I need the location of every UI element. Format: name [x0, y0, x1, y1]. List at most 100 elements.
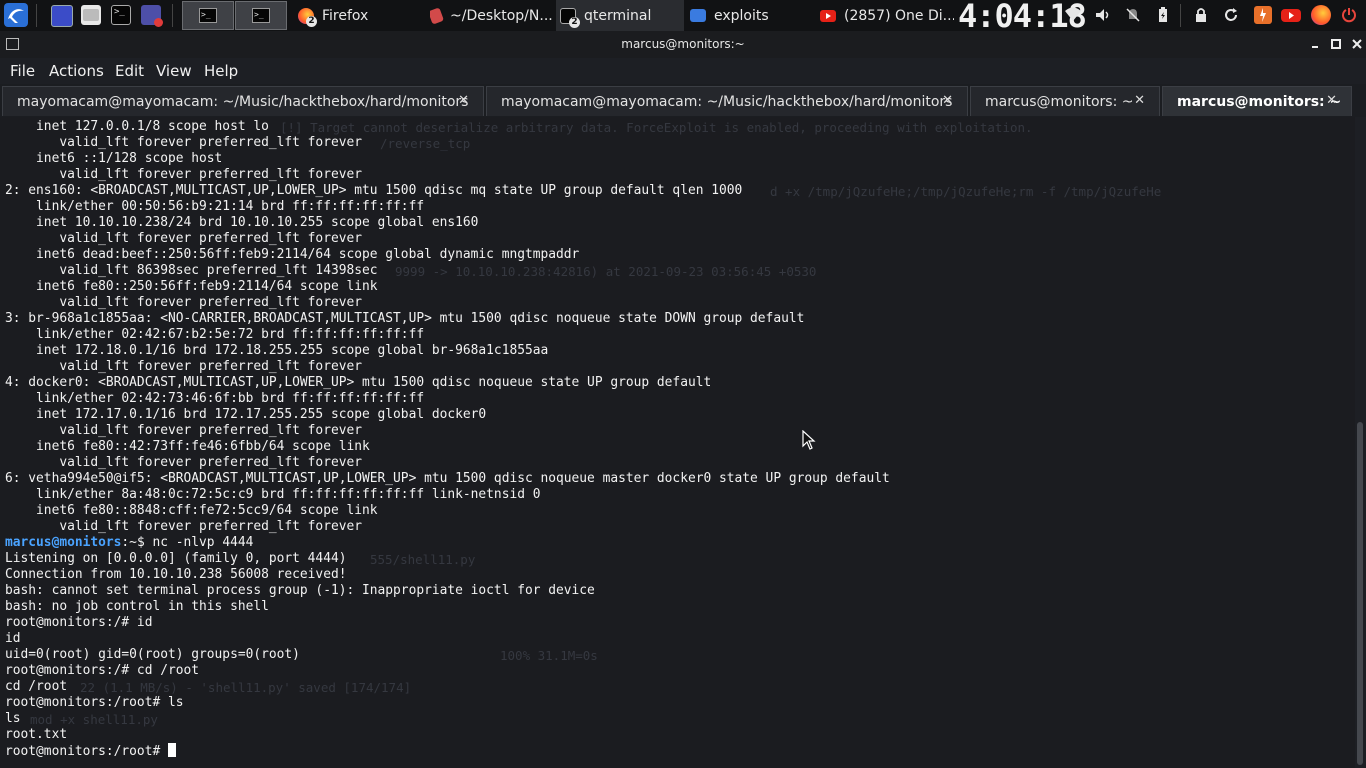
terminal-line: valid_lft forever preferred_lft forever	[5, 231, 890, 247]
terminal-line: root@monitors:/# cd /root	[5, 663, 890, 679]
separator	[1180, 4, 1181, 27]
terminal-tab-3[interactable]: marcus@monitors: ~ ✕	[970, 86, 1160, 116]
terminal-line: link/ether 02:42:67:b2:5e:72 brd ff:ff:f…	[5, 327, 890, 343]
firefox-icon[interactable]	[1311, 5, 1331, 25]
task-firefox[interactable]: 2 Firefox	[298, 0, 418, 31]
power-icon[interactable]	[1340, 6, 1358, 24]
line-text: valid_lft forever preferred_lft forever	[5, 455, 362, 470]
terminal-lines: inet 127.0.0.1/8 scope host lo valid_lft…	[5, 119, 890, 759]
line-text: valid_lft forever preferred_lft forever	[5, 295, 362, 310]
close-tab-icon[interactable]: ✕	[942, 93, 953, 108]
menu-file[interactable]: File	[10, 62, 35, 80]
task-label: ~/Desktop/N...	[450, 7, 553, 24]
close-tab-icon[interactable]: ✕	[458, 93, 469, 108]
terminal-line: valid_lft forever preferred_lft forever	[5, 455, 890, 471]
battery-icon[interactable]	[1154, 6, 1172, 24]
terminal-line: 3: br-968a1c1855aa: <NO-CARRIER,BROADCAS…	[5, 311, 890, 327]
terminal-launcher-icon[interactable]: >_	[111, 5, 131, 25]
terminal-line: valid_lft forever preferred_lft forever	[5, 359, 890, 375]
window-titlebar[interactable]: marcus@monitors:~	[0, 31, 1366, 58]
line-text: cd /root	[5, 679, 68, 694]
line-text: root.txt	[5, 727, 68, 742]
line-text: link/ether 8a:48:0c:72:5c:c9 brd ff:ff:f…	[5, 487, 541, 502]
youtube-icon[interactable]	[1280, 6, 1302, 24]
task-qterminal[interactable]: 2 qterminal	[556, 0, 684, 31]
line-text: bash: no job control in this shell	[5, 599, 269, 614]
line-text: uid=0(root) gid=0(root) groups=0(root)	[5, 647, 300, 662]
burpsuite-icon[interactable]	[1254, 6, 1272, 24]
window-title: marcus@monitors:~	[621, 37, 745, 51]
line-text: 3: br-968a1c1855aa: <NO-CARRIER,BROADCAS…	[5, 311, 805, 326]
close-tab-icon[interactable]: ✕	[1326, 93, 1337, 108]
line-text: root@monitors:/root#	[5, 744, 168, 759]
workspace-terminal-button-1[interactable]: >_	[182, 1, 234, 30]
close-tab-icon[interactable]: ✕	[1134, 93, 1145, 108]
task-text-editor[interactable]: ~/Desktop/N...	[430, 0, 554, 31]
line-text: Listening on [0.0.0.0] (family 0, port 4…	[5, 551, 347, 566]
terminal-line: inet 172.18.0.1/16 brd 172.18.255.255 sc…	[5, 343, 890, 359]
terminal-line: inet6 dead:beef::250:56ff:feb9:2114/64 s…	[5, 247, 890, 263]
task-exploits-folder[interactable]: exploits	[690, 0, 810, 31]
terminal-line: ls	[5, 711, 890, 727]
line-text: valid_lft forever preferred_lft forever	[5, 167, 362, 182]
line-text: id	[5, 631, 21, 646]
refresh-icon[interactable]	[1222, 6, 1240, 24]
terminal-line: 6: vetha994e50@if5: <BROADCAST,MULTICAST…	[5, 471, 890, 487]
line-text: inet 10.10.10.238/24 brd 10.10.10.255 sc…	[5, 215, 479, 230]
scrollbar-thumb[interactable]	[1357, 422, 1363, 765]
terminal-scrollbar[interactable]	[1355, 117, 1366, 768]
line-text: root@monitors:/root# ls	[5, 695, 184, 710]
tab-label: marcus@monitors: ~	[985, 93, 1134, 110]
terminal-tab-4[interactable]: marcus@monitors: ~ ✕	[1162, 86, 1352, 116]
terminal-line: valid_lft forever preferred_lft forever	[5, 519, 890, 535]
minimize-button[interactable]	[1306, 35, 1324, 53]
menu-view[interactable]: View	[156, 62, 192, 80]
lock-screen-icon[interactable]	[1192, 6, 1210, 24]
terminal-line: Connection from 10.10.10.238 56008 recei…	[5, 567, 890, 583]
line-text: valid_lft forever preferred_lft forever	[5, 519, 362, 534]
line-text: nc -nlvp 4444	[144, 535, 254, 550]
file-manager-icon[interactable]	[81, 5, 101, 25]
terminal-line: valid_lft forever preferred_lft forever	[5, 295, 890, 311]
firefox-icon: 2	[298, 7, 317, 27]
menu-actions[interactable]: Actions	[49, 62, 104, 80]
tab-label: mayomacam@mayomacam: ~/Music/hackthebox/…	[17, 93, 469, 110]
wifi-icon[interactable]	[1064, 6, 1082, 24]
desktop-icon[interactable]	[51, 5, 73, 27]
youtube-icon	[820, 9, 836, 22]
line-text: inet6 fe80::250:56ff:feb9:2114/64 scope …	[5, 279, 378, 294]
kali-menu-icon[interactable]	[4, 3, 28, 27]
screen-recorder-icon[interactable]	[141, 5, 163, 27]
terminal-tab-1[interactable]: mayomacam@mayomacam: ~/Music/hackthebox/…	[2, 86, 484, 116]
line-text: valid_lft forever preferred_lft forever	[5, 423, 362, 438]
line-text: link/ether 00:50:56:b9:21:14 brd ff:ff:f…	[5, 199, 425, 214]
terminal-icon: 2	[560, 7, 580, 28]
terminal-line: inet6 fe80::8848:cff:fe72:5cc9/64 scope …	[5, 503, 890, 519]
close-window-button[interactable]	[1348, 35, 1366, 53]
terminal-line: valid_lft forever preferred_lft forever	[5, 135, 890, 151]
terminal-output[interactable]: [!] Target cannot deserialize arbitrary …	[0, 117, 1355, 768]
terminal-line: bash: cannot set terminal process group …	[5, 583, 890, 599]
terminal-line: inet 127.0.0.1/8 scope host lo	[5, 119, 890, 135]
maximize-button[interactable]	[1327, 35, 1345, 53]
menu-help[interactable]: Help	[204, 62, 238, 80]
terminal-tab-2[interactable]: mayomacam@mayomacam: ~/Music/hackthebox/…	[486, 86, 968, 116]
workspace-terminal-button-2[interactable]: >_	[235, 1, 287, 30]
terminal-line: 4: docker0: <BROADCAST,MULTICAST,UP,LOWE…	[5, 375, 890, 391]
task-label: (2857) One Di...	[844, 7, 954, 24]
line-text: inet6 fe80::8848:cff:fe72:5cc9/64 scope …	[5, 503, 378, 518]
window-count-badge: 2	[306, 15, 317, 27]
line-text: valid_lft forever preferred_lft forever	[5, 135, 362, 150]
tab-label: marcus@monitors: ~	[1177, 93, 1342, 110]
mouse-pointer-icon	[802, 430, 816, 450]
menu-edit[interactable]: Edit	[115, 62, 144, 80]
line-text: Connection from 10.10.10.238 56008 recei…	[5, 567, 347, 582]
notifications-muted-icon[interactable]	[1124, 6, 1142, 24]
line-text: inet6 ::1/128 scope host	[5, 151, 223, 166]
task-youtube[interactable]: (2857) One Di...	[820, 0, 954, 31]
volume-icon[interactable]	[1094, 6, 1112, 24]
line-text: inet6 dead:beef::250:56ff:feb9:2114/64 s…	[5, 247, 580, 262]
terminal-line: valid_lft forever preferred_lft forever	[5, 167, 890, 183]
folder-icon	[690, 9, 706, 22]
separator	[172, 4, 173, 27]
